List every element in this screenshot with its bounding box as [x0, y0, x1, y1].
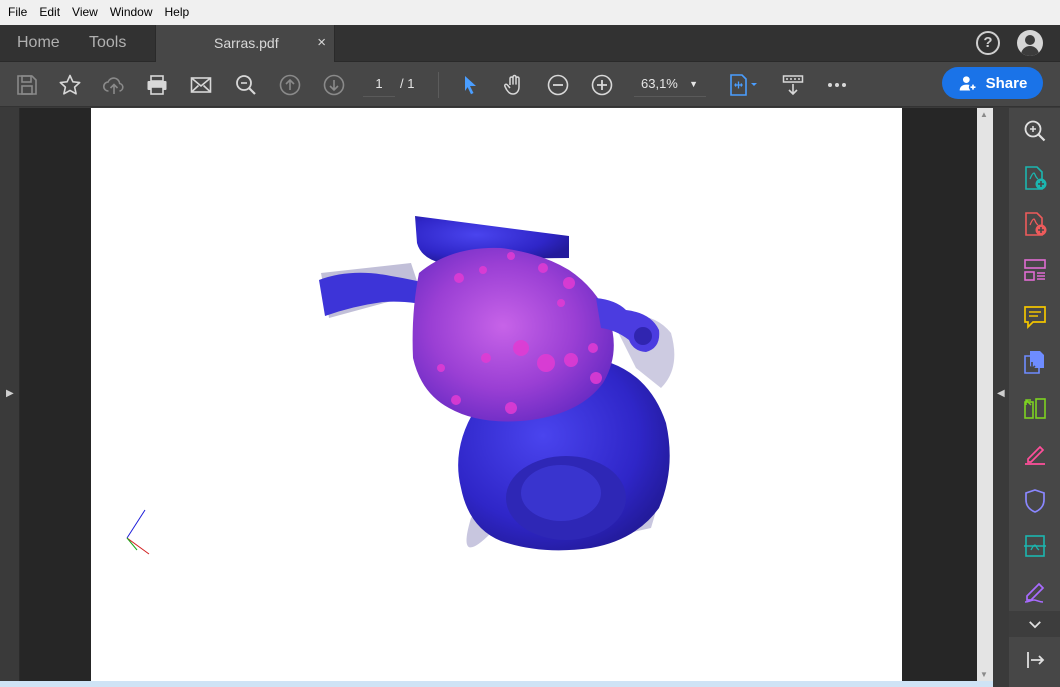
tab-bar: Home Tools Sarras.pdf × [0, 25, 1060, 62]
hand-icon[interactable] [501, 72, 527, 98]
menu-edit[interactable]: Edit [33, 0, 66, 25]
axis-gizmo [126, 509, 150, 555]
zoom-search-icon[interactable] [233, 72, 259, 98]
page-down-icon[interactable] [321, 72, 347, 98]
exit-panel-icon[interactable] [1022, 647, 1048, 673]
account-body [1021, 46, 1039, 56]
save-icon[interactable] [14, 72, 40, 98]
menu-bar: File Edit View Window Help [0, 0, 1060, 25]
acrobat-window: File Edit View Window Help Home Tools Sa… [0, 0, 1060, 687]
menu-view[interactable]: View [66, 0, 104, 25]
document-viewport[interactable] [20, 108, 977, 681]
edit-pen-icon[interactable] [1022, 579, 1048, 605]
fit-page-icon[interactable] [725, 72, 761, 98]
scroll-down-icon[interactable]: ▼ [980, 670, 988, 679]
main-toolbar: 1 / 1 63,1% ▼ Share [0, 62, 1060, 107]
document-tab-title: Sarras.pdf [214, 35, 279, 51]
right-panel-toggle-rail[interactable]: ◀ [993, 108, 1009, 687]
status-strip [0, 681, 993, 687]
account-icon[interactable] [1017, 30, 1043, 56]
close-tab-icon[interactable]: × [317, 25, 326, 61]
zoom-out-icon[interactable] [545, 72, 571, 98]
scroll-up-icon[interactable]: ▲ [980, 110, 988, 119]
create-pdf-icon[interactable] [1022, 165, 1048, 191]
bookmark-star-icon[interactable] [57, 72, 83, 98]
menu-file[interactable]: File [2, 0, 33, 25]
expand-left-panel-icon[interactable]: ▶ [6, 388, 14, 399]
menu-help[interactable]: Help [159, 0, 196, 25]
select-pointer-icon[interactable] [457, 72, 483, 98]
print-icon[interactable] [144, 72, 170, 98]
search-zoom-icon[interactable] [1022, 118, 1048, 144]
zoom-level-value: 63,1% [641, 76, 678, 91]
expand-more-icon[interactable] [1009, 611, 1060, 637]
combine-files-icon[interactable] [1022, 349, 1048, 375]
share-button[interactable]: Share [942, 67, 1043, 99]
toolbar-divider [438, 72, 439, 98]
collapse-right-panel-icon[interactable]: ◀ [997, 388, 1005, 399]
more-icon[interactable] [824, 72, 850, 98]
tab-document[interactable]: Sarras.pdf × [155, 25, 335, 62]
upload-cloud-icon[interactable] [101, 72, 127, 98]
tab-home[interactable]: Home [17, 25, 60, 61]
scan-ocr-icon[interactable] [1022, 533, 1048, 559]
chevron-down-icon: ▼ [689, 79, 698, 89]
email-icon[interactable] [188, 72, 214, 98]
tools-panel [1009, 108, 1060, 687]
vertical-scrollbar[interactable]: ▲ ▼ [977, 108, 993, 681]
scroll-mode-icon[interactable] [780, 72, 806, 98]
page-number-input[interactable]: 1 [363, 71, 395, 97]
left-panel-toggle-rail[interactable]: ▶ [0, 108, 20, 687]
protect-icon[interactable] [1022, 488, 1048, 514]
menu-window[interactable]: Window [104, 0, 159, 25]
zoom-level-select[interactable]: 63,1% ▼ [634, 71, 706, 97]
page-total: / 1 [400, 76, 415, 91]
tab-tools[interactable]: Tools [89, 25, 126, 61]
organize-pages-icon[interactable] [1022, 257, 1048, 283]
pdf-page [91, 108, 902, 681]
share-label: Share [985, 74, 1028, 92]
zoom-in-icon[interactable] [589, 72, 615, 98]
compress-icon[interactable] [1022, 396, 1048, 422]
add-person-icon [959, 76, 977, 92]
comment-icon[interactable] [1022, 304, 1048, 330]
account-head [1025, 35, 1035, 45]
page-up-icon[interactable] [277, 72, 303, 98]
vessel-3d-render [126, 216, 675, 555]
help-icon[interactable]: ? [976, 31, 1000, 55]
fill-sign-icon[interactable] [1022, 441, 1048, 467]
export-pdf-icon[interactable] [1022, 211, 1048, 237]
